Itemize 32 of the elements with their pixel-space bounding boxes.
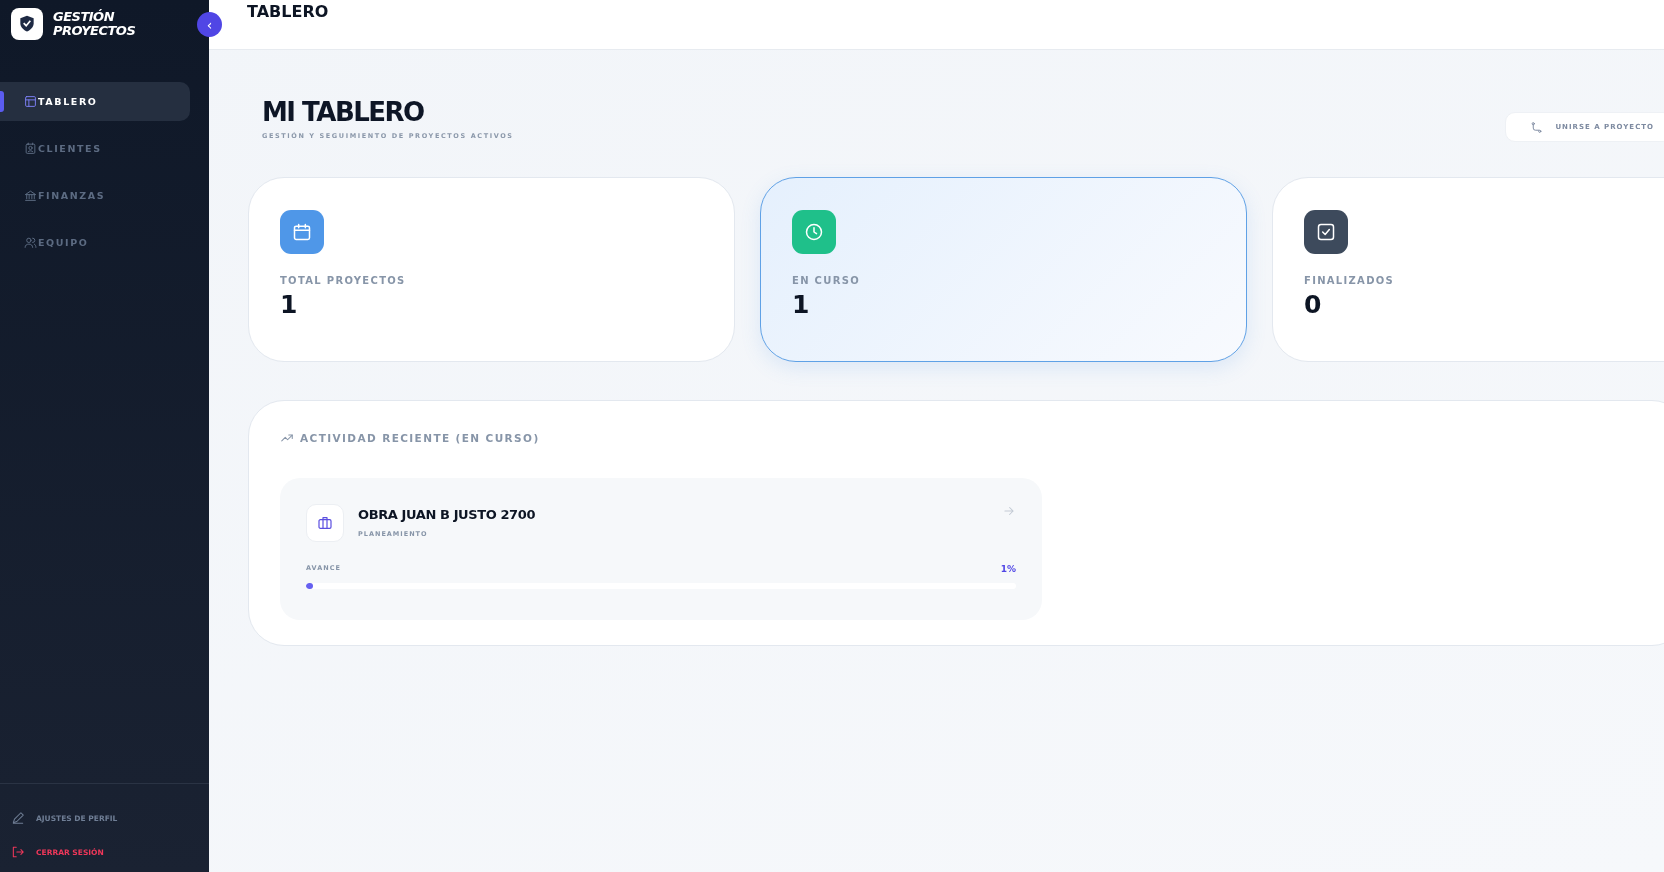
trend-up-icon [280, 431, 294, 445]
route-icon [1530, 120, 1544, 134]
section-title: ACTIVIDAD RECIENTE (EN CURSO) [300, 432, 540, 444]
arrow-right-icon [1002, 504, 1016, 518]
page-title: MI TABLERO [262, 96, 425, 129]
project-name: OBRA JUAN B JUSTO 2700 [358, 507, 537, 522]
nav-item[interactable]: FINANZAS [0, 176, 190, 215]
nav-item[interactable]: CLIENTES [0, 129, 190, 168]
users-icon [24, 236, 37, 249]
stat-value: 0 [1304, 290, 1323, 319]
logout-icon [11, 845, 25, 859]
brand-title: GESTIÓN PROYECTOS [53, 10, 137, 38]
nav-item[interactable]: TABLERO [0, 82, 190, 121]
nav-item[interactable]: EQUIPO [0, 223, 190, 262]
collapse-button[interactable]: ‹ [197, 12, 222, 37]
header-title: TABLERO [247, 1, 330, 23]
briefcase-icon [317, 515, 333, 531]
contact-card-icon [24, 142, 37, 155]
stat-value: 1 [792, 290, 811, 319]
layout-icon [24, 95, 37, 108]
stat-label: TOTAL PROYECTOS [280, 275, 407, 286]
stat-value: 1 [280, 290, 299, 319]
clock-icon [804, 222, 824, 242]
bank-icon [24, 189, 37, 202]
checkbox-icon [1316, 222, 1336, 242]
active-indicator [0, 91, 4, 112]
stat-label: FINALIZADOS [1304, 275, 1396, 286]
pencil-icon [11, 811, 25, 825]
progress-value: 1% [1000, 564, 1016, 574]
shield-logo-icon [17, 14, 37, 34]
stat-label: EN CURSO [792, 275, 861, 286]
calendar-icon [292, 222, 312, 242]
